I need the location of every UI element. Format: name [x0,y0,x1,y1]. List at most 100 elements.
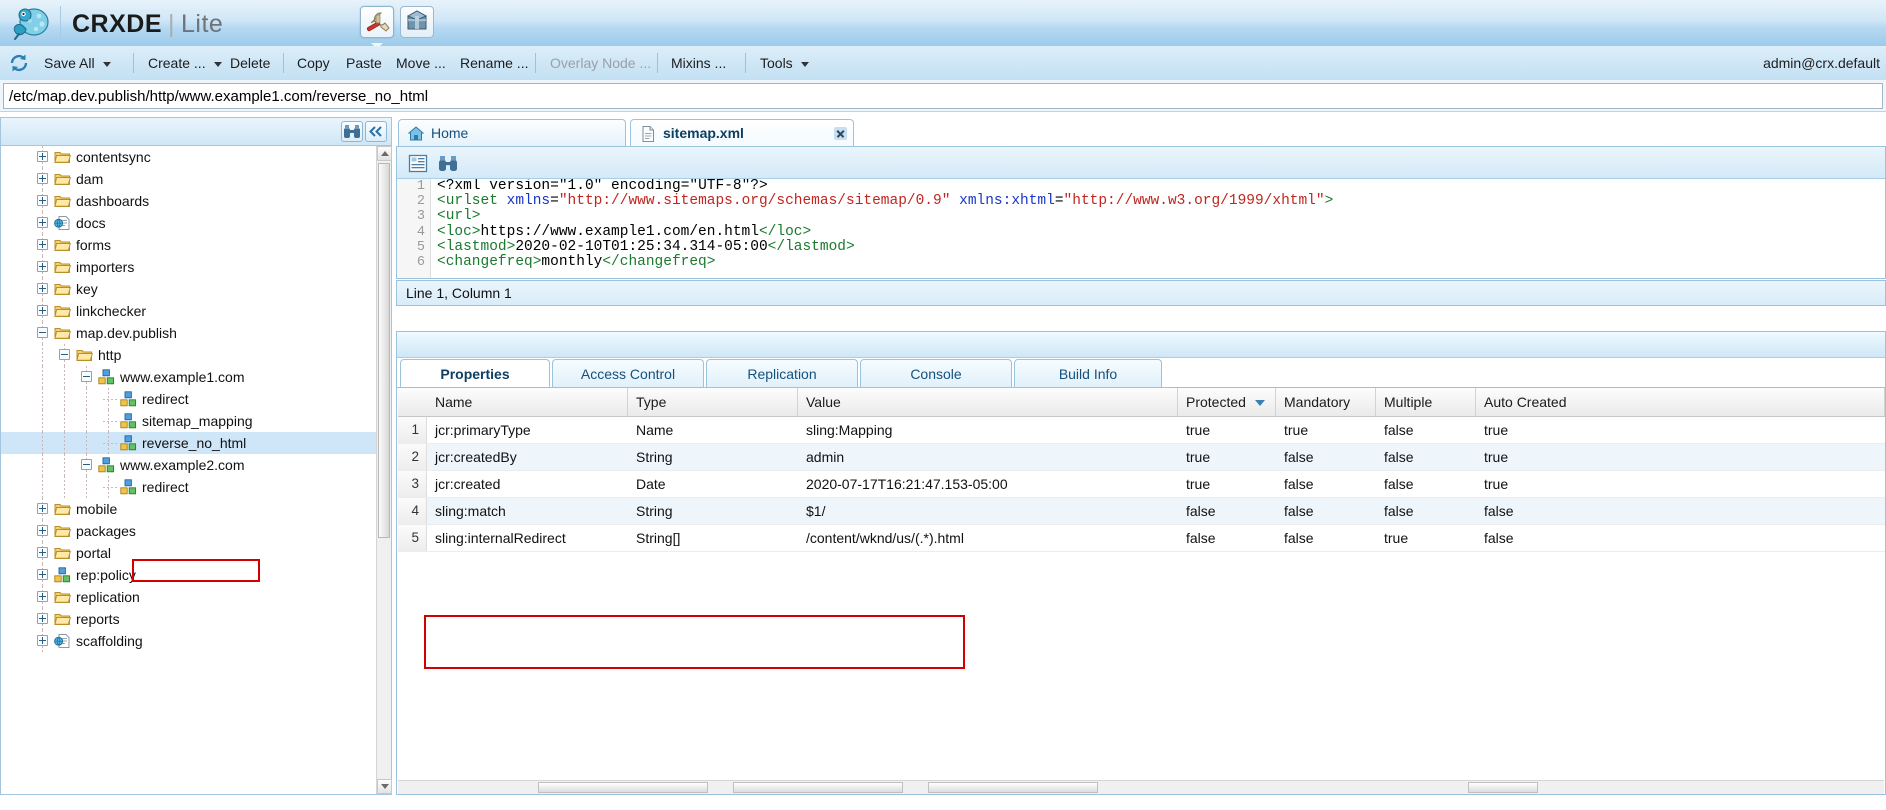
menu-create[interactable]: Create ... [140,46,230,80]
sort-descending-icon[interactable] [1255,400,1265,406]
code-area[interactable]: 123456 <?xml version="1.0" encoding="UTF… [397,179,1885,278]
cell-name[interactable]: jcr:created [427,471,628,497]
cell-multiple[interactable]: false [1376,471,1476,497]
scroll-down-arrow-icon[interactable] [377,779,392,794]
find-icon[interactable] [437,153,459,174]
tree-node-redirect[interactable]: redirect [1,388,376,410]
properties-horizontal-scrollbar[interactable] [398,780,1884,794]
tree-node-importers[interactable]: importers [1,256,376,278]
tree-scrollbar[interactable] [376,146,392,794]
binoculars-icon[interactable] [341,121,363,142]
menu-save-all[interactable]: Save All [36,46,119,80]
expand-node-icon[interactable] [37,635,48,646]
cell-auto-created[interactable]: true [1476,471,1885,497]
tree-node-replication[interactable]: replication [1,586,376,608]
tree-node-redirect[interactable]: redirect [1,476,376,498]
collapse-node-icon[interactable] [81,459,92,470]
menu-move[interactable]: Move ... [388,46,454,80]
cell-protected[interactable]: true [1178,417,1276,443]
cell-type[interactable]: String [628,498,798,524]
expand-node-icon[interactable] [37,173,48,184]
cell-value[interactable]: 2020-07-17T16:21:47.153-05:00 [798,471,1178,497]
tab-properties[interactable]: Properties [400,359,550,388]
column-header-mandatory[interactable]: Mandatory [1276,388,1376,416]
hscroll-segment[interactable] [928,782,1098,793]
table-row[interactable]: 5 sling:internalRedirect String[]/content/… [398,525,1885,552]
cell-type[interactable]: String[] [628,525,798,551]
package-manager-icon[interactable] [400,6,434,38]
cell-auto-created[interactable]: false [1476,498,1885,524]
expand-node-icon[interactable] [37,261,48,272]
tab-build-info[interactable]: Build Info [1014,359,1162,388]
expand-node-icon[interactable] [37,151,48,162]
tree-node-packages[interactable]: packages [1,520,376,542]
tree-node-www-example1-com[interactable]: www.example1.com [1,366,376,388]
tree-node-dashboards[interactable]: dashboards [1,190,376,212]
tree-node-scaffolding[interactable]: scaffolding [1,630,376,652]
cell-protected[interactable]: false [1178,525,1276,551]
hscroll-segment[interactable] [538,782,708,793]
expand-node-icon[interactable] [37,525,48,536]
collapse-all-icon[interactable] [365,121,387,142]
cell-protected[interactable]: true [1178,444,1276,470]
expand-node-icon[interactable] [37,591,48,602]
column-header-name[interactable]: Name [427,388,628,416]
tree-node-contentsync[interactable]: contentsync [1,146,376,168]
column-header-type[interactable]: Type [628,388,798,416]
menu-delete[interactable]: Delete [222,46,278,80]
cell-mandatory[interactable]: false [1276,471,1376,497]
cell-multiple[interactable]: false [1376,444,1476,470]
tree-node-reverse-no-html[interactable]: reverse_no_html [1,432,376,454]
outline-icon[interactable] [407,153,429,174]
refresh-icon[interactable] [8,52,30,74]
menu-copy[interactable]: Copy [289,46,338,80]
collapse-node-icon[interactable] [81,371,92,382]
node-path-input[interactable] [3,83,1883,109]
cell-protected[interactable]: false [1178,498,1276,524]
cell-auto-created[interactable]: true [1476,444,1885,470]
cell-protected[interactable]: true [1178,471,1276,497]
tree-node-mobile[interactable]: mobile [1,498,376,520]
expand-node-icon[interactable] [37,613,48,624]
wrench-tools-icon[interactable] [360,6,394,49]
cell-multiple[interactable]: false [1376,417,1476,443]
code-lines[interactable]: <?xml version="1.0" encoding="UTF-8"?> <u… [437,179,1333,270]
expand-node-icon[interactable] [37,503,48,514]
cell-mandatory[interactable]: false [1276,444,1376,470]
tree-node-forms[interactable]: forms [1,234,376,256]
expand-node-icon[interactable] [37,305,48,316]
table-row[interactable]: 1 jcr:primaryType Name sling:Mapping true tru… [398,417,1885,444]
tree-node-list[interactable]: contentsync dam dashboards docs forms importe… [1,146,376,794]
expand-node-icon[interactable] [37,547,48,558]
expand-node-icon[interactable] [37,195,48,206]
cell-type[interactable]: Name [628,417,798,443]
collapse-node-icon[interactable] [37,327,48,338]
cell-type[interactable]: Date [628,471,798,497]
column-header-multiple[interactable]: Multiple [1376,388,1476,416]
tree-node-key[interactable]: key [1,278,376,300]
cell-name[interactable]: sling:match [427,498,628,524]
expand-node-icon[interactable] [37,217,48,228]
cell-multiple[interactable]: false [1376,498,1476,524]
table-row[interactable]: 2 jcr:createdBy String admin true false false t… [398,444,1885,471]
tree-node-rep-policy[interactable]: rep:policy [1,564,376,586]
hscroll-segment[interactable] [733,782,903,793]
collapse-node-icon[interactable] [59,349,70,360]
tree-node-www-example2-com[interactable]: www.example2.com [1,454,376,476]
cell-auto-created[interactable]: false [1476,525,1885,551]
tab-console[interactable]: Console [860,359,1012,388]
column-header-protected[interactable]: Protected [1178,388,1276,416]
cell-name[interactable]: sling:internalRedirect [427,525,628,551]
cell-name[interactable]: jcr:createdBy [427,444,628,470]
expand-node-icon[interactable] [37,283,48,294]
expand-node-icon[interactable] [37,569,48,580]
tree-node-dam[interactable]: dam [1,168,376,190]
menu-mixins[interactable]: Mixins ... [663,46,734,80]
cell-value[interactable]: admin [798,444,1178,470]
cell-value[interactable]: sling:Mapping [798,417,1178,443]
cell-mandatory[interactable]: false [1276,498,1376,524]
tree-node-reports[interactable]: reports [1,608,376,630]
cell-value[interactable]: $1/ [798,498,1178,524]
column-header-value[interactable]: Value [798,388,1178,416]
menu-rename[interactable]: Rename ... [452,46,536,80]
